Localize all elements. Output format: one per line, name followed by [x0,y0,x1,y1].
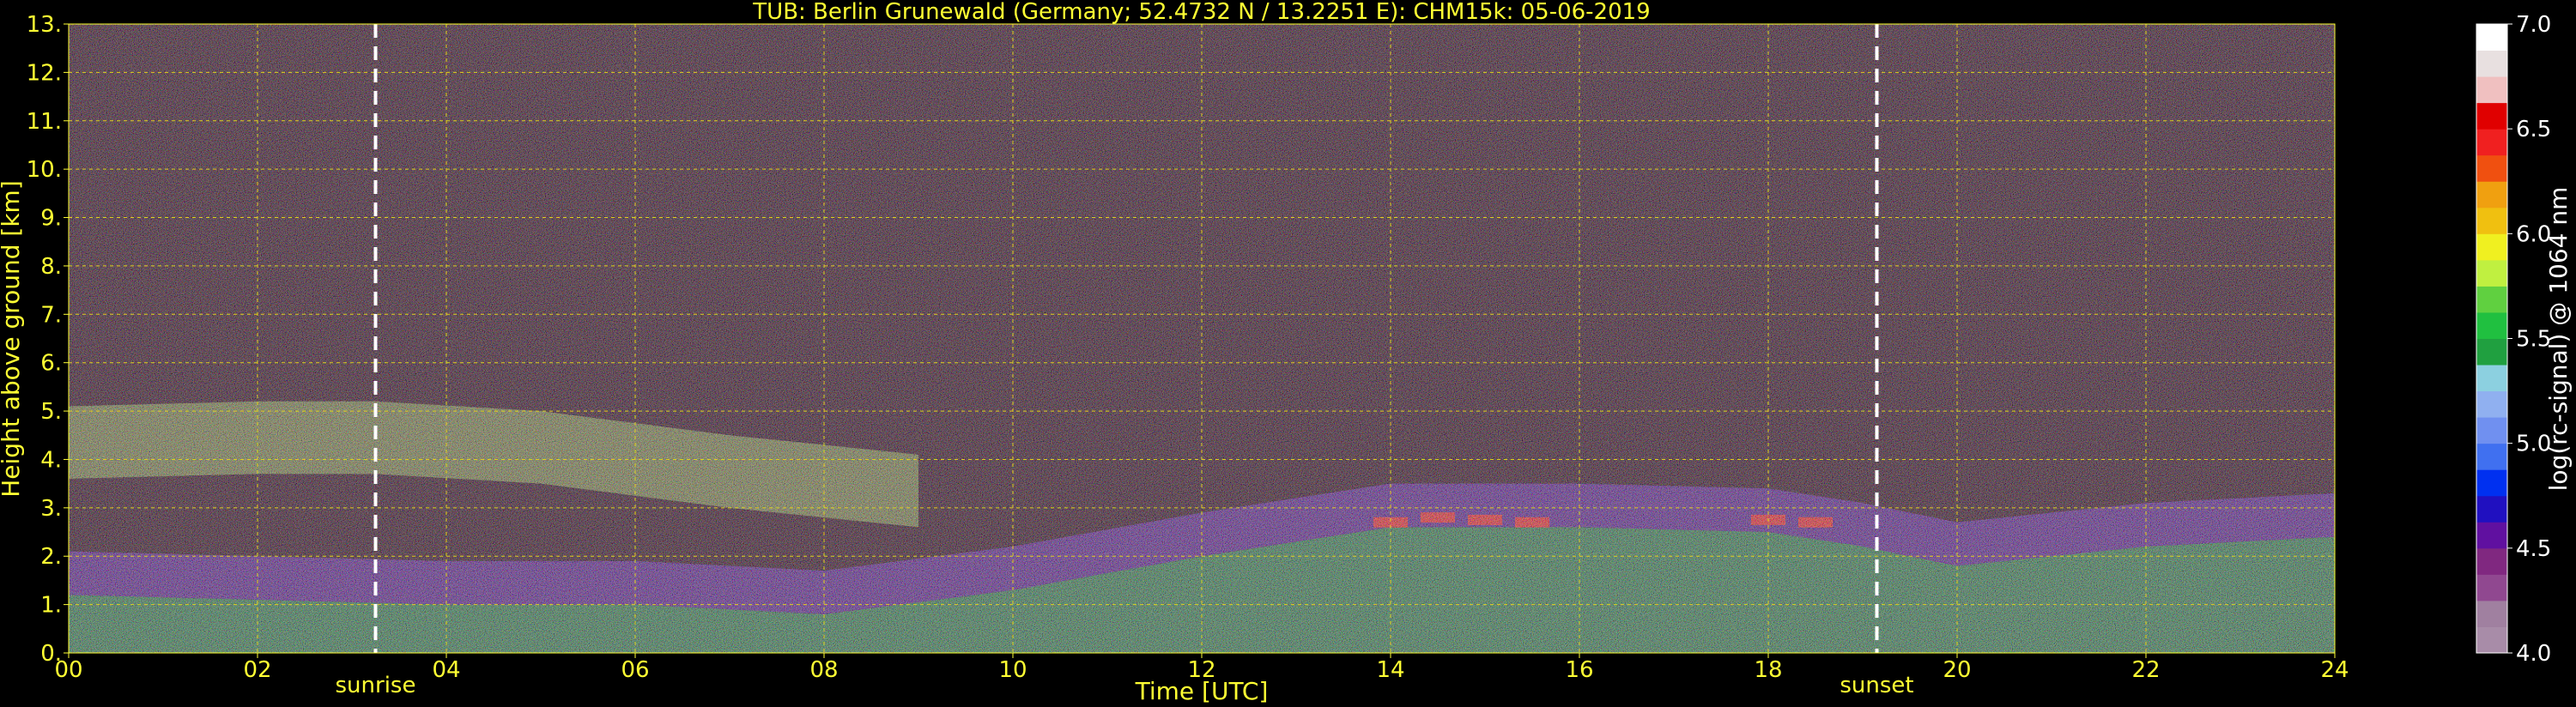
y-axis-ticks: 0. 1. 2. 3. 4. 5. 6. 7. 8. 9. 10. 11. 12. 13. [27,12,69,667]
y-axis-label: Height above ground [km] [0,180,25,498]
plot-area [69,24,2335,653]
y-tick-label: 12. [27,60,62,86]
colorbar-swatch [2476,181,2507,208]
colorbar-swatch [2476,24,2507,51]
y-tick-label: 4. [40,447,62,473]
lidar-chart: TUB: Berlin Grunewald (Germany; 52.4732 … [0,0,2573,705]
colorbar-swatch [2476,311,2507,339]
x-tick-label: 06 [621,657,649,683]
colorbar-tick-label: 4.0 [2516,641,2551,667]
sunset-label: sunset [1840,673,1913,698]
y-tick-label: 0. [40,641,62,667]
colorbar-swatch [2476,574,2507,601]
colorbar-swatch [2476,286,2507,313]
colorbar-swatch [2476,522,2507,549]
colorbar-swatch [2476,443,2507,470]
colorbar-swatch [2476,233,2507,261]
y-tick-label: 10. [27,157,62,183]
x-tick-label: 20 [1943,657,1971,683]
noise-overlay [69,24,2335,653]
y-tick-label: 3. [40,496,62,522]
colorbar-swatch [2476,76,2507,104]
colorbar-swatch [2476,50,2507,77]
y-tick-label: 13. [27,12,62,38]
x-tick-label: 08 [809,657,838,683]
colorbar-swatch [2476,626,2507,654]
x-tick-label: 02 [243,657,271,683]
y-tick-label: 1. [40,593,62,619]
colorbar-swatch [2476,207,2507,234]
x-axis-label: Time [UTC] [1135,677,1269,705]
colorbar-label: log(rc-signal) @ 1064 nm [2544,187,2573,492]
x-tick-label: 16 [1565,657,1593,683]
colorbar-swatch [2476,495,2507,523]
y-tick-label: 5. [40,399,62,425]
y-tick-label: 6. [40,351,62,377]
x-tick-label: 10 [998,657,1027,683]
sunrise-label: sunrise [336,673,416,698]
colorbar-swatch [2476,129,2507,156]
chart-title: TUB: Berlin Grunewald (Germany; 52.4732 … [752,0,1650,25]
y-tick-label: 8. [40,254,62,280]
x-tick-label: 18 [1754,657,1782,683]
colorbar-swatch [2476,417,2507,444]
colorbar-swatch [2476,154,2507,182]
colorbar-tick-label: 6.5 [2516,117,2551,142]
y-tick-label: 2. [40,544,62,570]
colorbar-swatch [2476,102,2507,130]
y-tick-label: 11. [27,109,62,135]
colorbar-swatch [2476,390,2507,418]
x-tick-label: 14 [1376,657,1404,683]
colorbar-swatch [2476,259,2507,287]
colorbar-swatch [2476,338,2507,366]
x-tick-label: 22 [2131,657,2160,683]
x-tick-label: 24 [2320,657,2349,683]
colorbar-swatch [2476,600,2507,627]
x-tick-label: 04 [432,657,460,683]
y-tick-label: 9. [40,206,62,232]
colorbar-tick-label: 4.5 [2516,536,2551,562]
colorbar-swatch [2476,365,2507,392]
colorbar-tick-label: 7.0 [2516,12,2551,38]
colorbar [2476,23,2508,654]
y-tick-label: 7. [40,302,62,328]
colorbar-swatch [2476,547,2507,575]
event-labels: sunrise sunset [336,673,1914,698]
colorbar-swatch [2476,469,2507,497]
